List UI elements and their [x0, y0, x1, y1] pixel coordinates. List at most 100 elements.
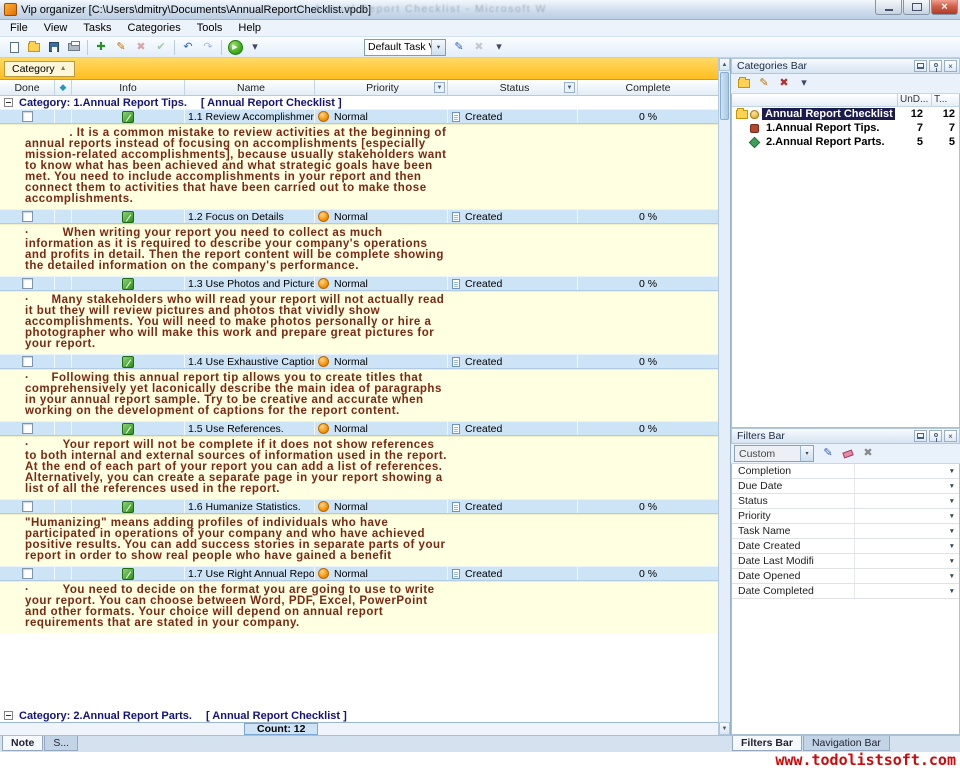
open-database-button[interactable]	[24, 38, 44, 57]
menu-help[interactable]: Help	[230, 20, 269, 36]
filter-row-due-date[interactable]: Due Date▼	[732, 479, 959, 494]
done-checkbox[interactable]	[22, 356, 33, 367]
filter-row-completion[interactable]: Completion▼	[732, 464, 959, 479]
task-note-row[interactable]: · Your report will not be complete if it…	[0, 436, 718, 499]
undo-button[interactable]: ↶	[178, 38, 198, 57]
title-bar[interactable]: Vip organizer [C:\Users\dmitry\Documents…	[0, 0, 960, 20]
filter-row-status[interactable]: Status▼	[732, 494, 959, 509]
tree-total-column[interactable]: T...	[931, 94, 959, 106]
maximize-button[interactable]	[903, 0, 930, 15]
task-row[interactable]: 1.6 Humanize Statistics.NormalCreated0 %	[0, 499, 718, 514]
complete-task-button[interactable]: ✔	[151, 38, 171, 57]
menu-categories[interactable]: Categories	[120, 20, 189, 36]
column-header-status[interactable]: Status▼	[448, 80, 578, 95]
tab-s-[interactable]: S...	[44, 736, 78, 751]
close-filter-button[interactable]: ✖	[858, 444, 878, 463]
done-checkbox[interactable]	[22, 278, 33, 289]
scroll-down-icon[interactable]: ▼	[719, 722, 730, 735]
save-database-button[interactable]	[44, 38, 64, 57]
chevron-down-icon[interactable]: ▼	[949, 558, 955, 565]
close-button[interactable]: ×	[931, 0, 958, 15]
task-row[interactable]: 1.7 Use Right Annual ReportNormalCreated…	[0, 566, 718, 581]
scroll-up-icon[interactable]: ▲	[719, 58, 730, 71]
category-sort-tab[interactable]: Category ▲	[4, 61, 75, 77]
category-options-button[interactable]: ▾	[794, 74, 814, 93]
pin-panel-button[interactable]	[929, 430, 942, 442]
category-tree-item[interactable]: 2.Annual Report Parts.55	[732, 135, 959, 149]
filter-row-date-created[interactable]: Date Created▼	[732, 539, 959, 554]
search-options-button[interactable]: ▾	[489, 38, 509, 57]
tab-filters-bar[interactable]: Filters Bar	[732, 736, 802, 751]
group-row-annual-report-tips[interactable]: Category: 1.Annual Report Tips.[ Annual …	[0, 96, 718, 109]
task-note-row[interactable]: · When writing your report you need to c…	[0, 224, 718, 276]
filter-row-priority[interactable]: Priority▼	[732, 509, 959, 524]
run-dropdown-button[interactable]: ▾	[245, 38, 265, 57]
task-note-row[interactable]: · Following this annual report tip allow…	[0, 369, 718, 421]
menu-tools[interactable]: Tools	[189, 20, 231, 36]
done-checkbox[interactable]	[22, 568, 33, 579]
task-note-row[interactable]: · Many stakeholders who will read your r…	[0, 291, 718, 354]
chevron-down-icon[interactable]: ▼	[949, 573, 955, 580]
chevron-down-icon[interactable]: ▼	[949, 483, 955, 490]
status-filter-icon[interactable]: ▼	[564, 82, 575, 93]
category-tree-item[interactable]: Annual Report Checklist1212	[732, 107, 959, 121]
edit-category-button[interactable]: ✎	[754, 74, 774, 93]
task-row[interactable]: 1.4 Use Exhaustive CaptionsNormalCreated…	[0, 354, 718, 369]
close-panel-button[interactable]: ×	[944, 60, 957, 72]
done-checkbox[interactable]	[22, 423, 33, 434]
column-header-flag[interactable]: ◆	[55, 80, 72, 95]
done-checkbox[interactable]	[22, 211, 33, 222]
tree-undone-column[interactable]: UnD...	[897, 94, 931, 106]
menu-view[interactable]: View	[36, 20, 76, 36]
done-checkbox[interactable]	[22, 111, 33, 122]
add-category-button[interactable]	[734, 74, 754, 93]
pin-panel-button[interactable]	[929, 60, 942, 72]
tab-navigation-bar[interactable]: Navigation Bar	[803, 736, 890, 751]
column-header-complete[interactable]: Complete	[578, 80, 718, 95]
chevron-down-icon[interactable]: ▾	[800, 446, 813, 461]
chevron-down-icon[interactable]: ▼	[949, 528, 955, 535]
chevron-down-icon[interactable]: ▼	[949, 468, 955, 475]
task-note-row[interactable]: · You need to decide on the format you a…	[0, 581, 718, 633]
done-checkbox[interactable]	[22, 501, 33, 512]
edit-filter-button[interactable]: ✎	[818, 444, 838, 463]
menu-tasks[interactable]: Tasks	[75, 20, 119, 36]
group-row-annual-report-parts[interactable]: Category: 2.Annual Report Parts.[ Annual…	[0, 709, 718, 722]
clear-filter-button[interactable]	[838, 444, 858, 463]
task-template-select[interactable]: Default Task V ▾	[364, 39, 446, 56]
category-tree-item[interactable]: 1.Annual Report Tips.77	[732, 121, 959, 135]
find-task-button[interactable]: ✎	[449, 38, 469, 57]
task-row[interactable]: 1.5 Use References.NormalCreated0 %	[0, 421, 718, 436]
task-row[interactable]: 1.2 Focus on DetailsNormalCreated0 %	[0, 209, 718, 224]
task-note-row[interactable]: . It is a common mistake to review activ…	[0, 124, 718, 209]
column-header-priority[interactable]: Priority▼	[315, 80, 448, 95]
filter-row-task-name[interactable]: Task Name▼	[732, 524, 959, 539]
scrollbar-thumb[interactable]	[720, 72, 729, 120]
filter-row-date-completed[interactable]: Date Completed▼	[732, 584, 959, 599]
redo-button[interactable]: ↷	[198, 38, 218, 57]
chevron-down-icon[interactable]: ▼	[949, 588, 955, 595]
filter-row-date-last-modifi[interactable]: Date Last Modifi▼	[732, 554, 959, 569]
new-database-button[interactable]	[4, 38, 24, 57]
dock-panel-button[interactable]	[914, 430, 927, 442]
column-header-info[interactable]: Info	[72, 80, 185, 95]
tab-note[interactable]: Note	[2, 736, 43, 751]
vertical-scrollbar[interactable]: ▲ ▼	[718, 58, 730, 735]
filter-row-date-opened[interactable]: Date Opened▼	[732, 569, 959, 584]
menu-file[interactable]: File	[2, 20, 36, 36]
close-panel-button[interactable]: ×	[944, 430, 957, 442]
filter-preset-select[interactable]: Custom ▾	[734, 445, 814, 462]
task-note-row[interactable]: "Humanizing" means adding profiles of in…	[0, 514, 718, 566]
edit-task-button[interactable]: ✎	[111, 38, 131, 57]
chevron-down-icon[interactable]: ▼	[949, 543, 955, 550]
column-header-done[interactable]: Done	[0, 80, 55, 95]
collapse-icon[interactable]	[4, 98, 13, 107]
collapse-icon[interactable]	[4, 711, 13, 720]
chevron-down-icon[interactable]: ▾	[431, 40, 445, 55]
task-row[interactable]: 1.3 Use Photos and Pictures.NormalCreate…	[0, 276, 718, 291]
clear-search-button[interactable]: ✖	[469, 38, 489, 57]
priority-filter-icon[interactable]: ▼	[434, 82, 445, 93]
chevron-down-icon[interactable]: ▼	[949, 513, 955, 520]
print-button[interactable]	[64, 38, 84, 57]
dock-panel-button[interactable]	[914, 60, 927, 72]
